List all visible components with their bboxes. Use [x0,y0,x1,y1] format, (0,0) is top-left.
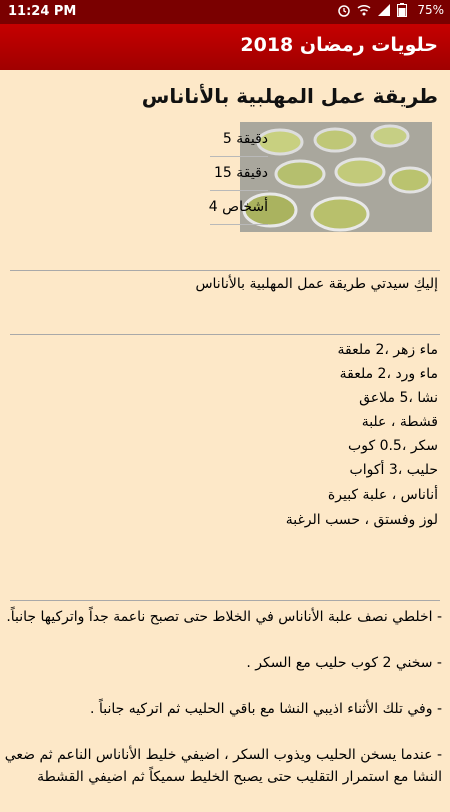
wifi-icon [357,3,371,17]
status-bar: 11:24 PM 75% [0,0,450,24]
servings: 4 أشخاص [208,199,268,215]
prep-time-row: 5 دقيقة [210,122,268,157]
status-time: 11:24 PM [8,4,77,19]
prep-time: 5 دقيقة [222,131,268,147]
recipe-title: طريقة عمل المهلبية بالأناناس [141,84,438,108]
battery-icon [397,3,411,17]
ingredient-item: أناناس ، علبة كبيرة [327,487,438,503]
battery-percent: 75% [417,3,444,17]
step-item: - سخني 2 كوب حليب مع السكر . [246,655,442,671]
ingredient-item: سكر ،0.5 كوب [348,438,438,454]
ingredient-item: لوز وفستق ، حسب الرغبة [285,512,438,528]
recipe-intro: إليكِ سيدتي طريقة عمل المهلبية بالأناناس [195,276,438,292]
ingredient-item: حليب ،3 أكواب [349,462,438,478]
ingredient-item: ماء زهر ،2 ملعقة [337,342,439,358]
status-icons: 75% [337,3,444,17]
app-title: حلويات رمضان 2018 [240,34,438,56]
cook-time: 15 دقيقة [213,165,268,181]
signal-icon [377,3,391,17]
cook-time-row: 15 دقيقة [210,156,268,191]
divider [10,270,440,271]
ingredient-item: ماء ورد ،2 ملعقة [339,366,438,382]
divider [10,334,440,335]
app-bar: حلويات رمضان 2018 [0,24,450,70]
ingredient-item: نشا ،5 ملاعق [359,390,438,406]
step-item: - وفي تلك الأثناء اذيبي النشا مع باقي ال… [90,701,442,717]
ingredient-item: قشطة ، علبة [361,414,438,430]
recipe-photo [240,122,432,232]
step-item: - عندما يسخن الحليب ويذوب السكر ، اضيفي … [4,747,442,785]
recipe-steps: - اخلطي نصف علبة الأناناس في الخلاط حتى … [4,606,442,812]
alarm-icon [337,3,351,17]
servings-row: 4 أشخاص [208,190,268,225]
step-item: - اخلطي نصف علبة الأناناس في الخلاط حتى … [6,609,442,625]
divider [10,600,440,601]
